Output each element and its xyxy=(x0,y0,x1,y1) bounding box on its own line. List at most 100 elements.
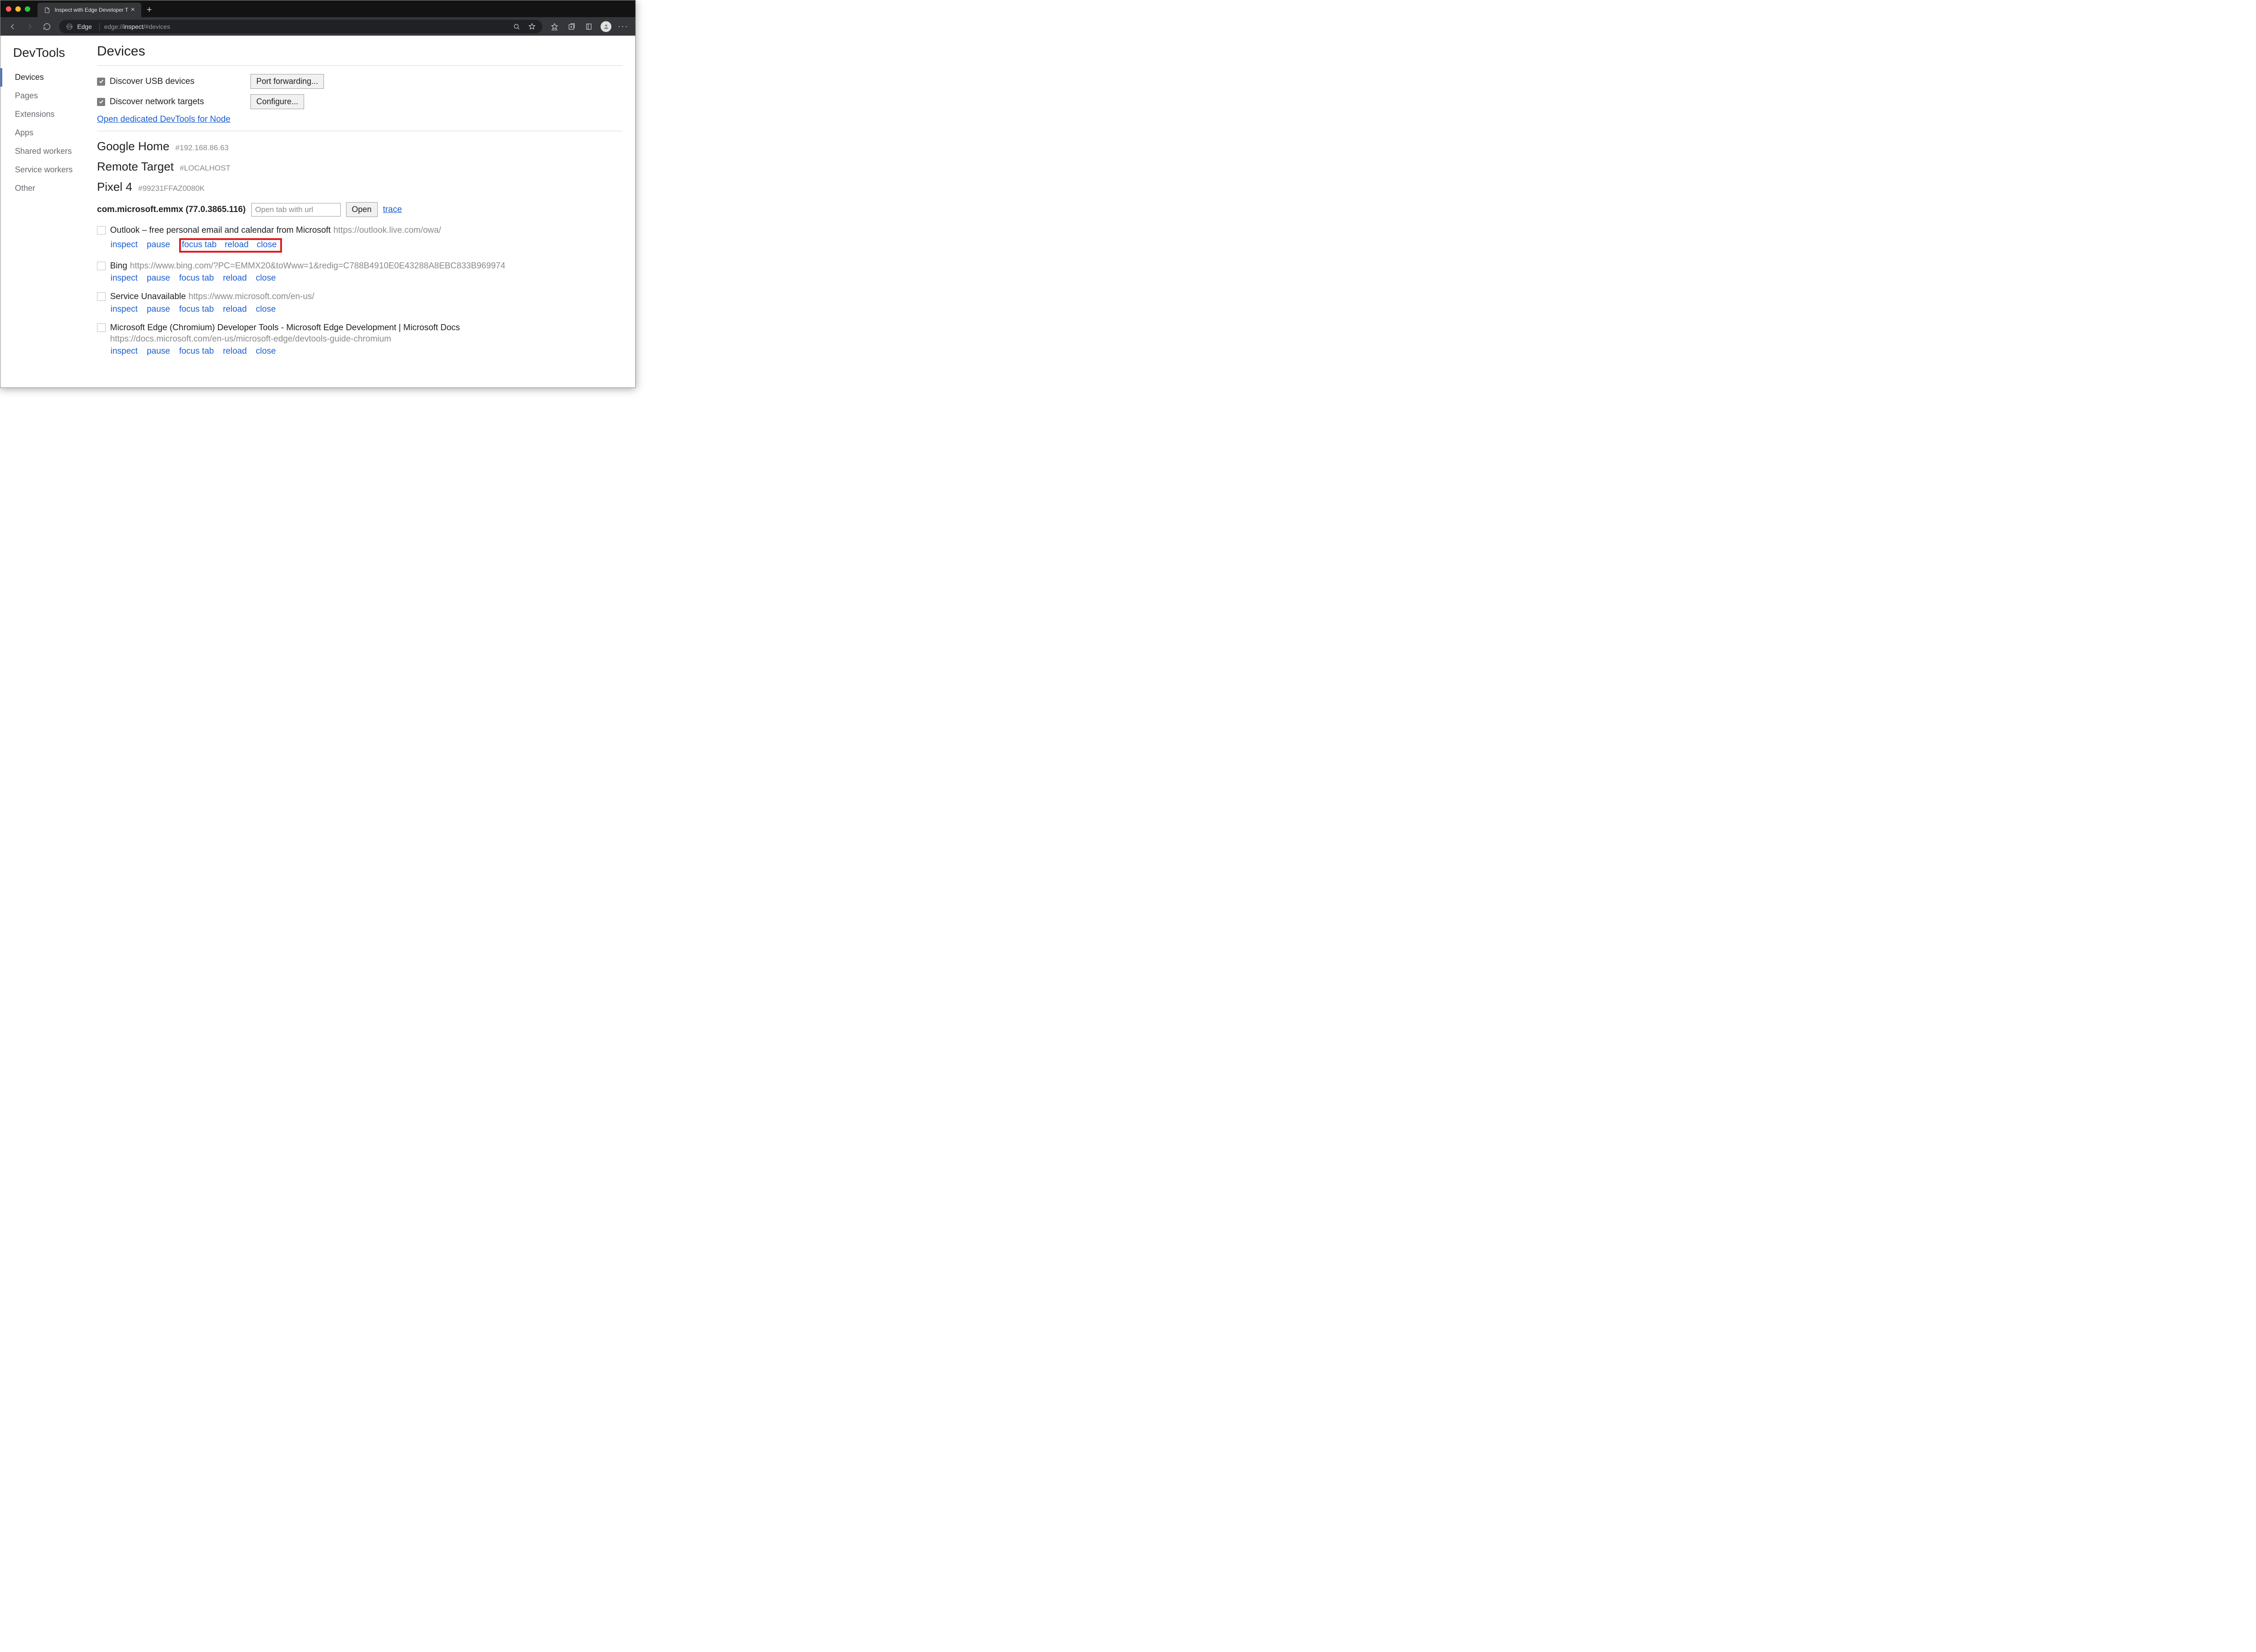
close-window-button[interactable] xyxy=(6,6,11,12)
device-id: #LOCALHOST xyxy=(180,164,230,172)
more-menu-button[interactable]: ··· xyxy=(615,19,631,34)
target-checkbox[interactable] xyxy=(97,323,106,332)
device-id: #192.168.86.63 xyxy=(176,143,229,152)
inspect-link[interactable]: inspect xyxy=(111,346,138,356)
browser-tab[interactable]: Inspect with Edge Developer T × xyxy=(37,3,141,17)
device-id: #99231FFAZ0080K xyxy=(138,184,204,193)
maximize-window-button[interactable] xyxy=(25,6,30,12)
configure-button[interactable]: Configure... xyxy=(250,94,304,109)
discover-label: Discover network targets xyxy=(110,97,204,107)
focus-tab-link[interactable]: focus tab xyxy=(179,273,214,283)
sidebar-item-shared-workers[interactable]: Shared workers xyxy=(2,142,84,161)
device-name: Pixel 4 xyxy=(97,180,132,194)
open-node-devtools-link[interactable]: Open dedicated DevTools for Node xyxy=(97,115,231,124)
close-tab-icon[interactable]: × xyxy=(129,6,137,14)
inspect-target: Outlook – free personal email and calend… xyxy=(97,225,623,253)
forward-button[interactable] xyxy=(22,19,37,34)
checkbox[interactable] xyxy=(97,78,105,86)
inspect-link[interactable]: inspect xyxy=(111,273,138,283)
avatar-icon xyxy=(601,21,611,32)
favorites-bar-icon[interactable] xyxy=(547,19,562,34)
sidebar-item-service-workers[interactable]: Service workers xyxy=(2,161,84,179)
inspect-link[interactable]: inspect xyxy=(111,240,138,249)
target-actions: inspect pause focus tab reload close xyxy=(111,346,623,356)
highlight-box: focus tab reload close xyxy=(179,238,282,253)
sidebar-item-extensions[interactable]: Extensions xyxy=(2,105,84,124)
close-link[interactable]: close xyxy=(256,346,276,356)
trace-link[interactable]: trace xyxy=(383,205,402,215)
close-link[interactable]: close xyxy=(257,240,277,249)
sidebar-item-pages[interactable]: Pages xyxy=(2,87,84,105)
page-content: DevTools DevicesPagesExtensionsAppsShare… xyxy=(0,36,635,388)
minimize-window-button[interactable] xyxy=(15,6,21,12)
target-url: https://docs.microsoft.com/en-us/microso… xyxy=(110,334,391,344)
browser-toolbar: Edge edge://inspect/#devices ··· xyxy=(0,17,635,36)
search-icon[interactable] xyxy=(509,19,524,34)
refresh-button[interactable] xyxy=(39,19,55,34)
target-url: https://outlook.live.com/owa/ xyxy=(333,226,441,235)
reload-link[interactable]: reload xyxy=(223,273,247,283)
device-name: Remote Target xyxy=(97,160,174,173)
profile-button[interactable] xyxy=(598,19,614,34)
window-controls xyxy=(0,0,37,17)
target-url: https://www.microsoft.com/en-us/ xyxy=(189,292,314,301)
open-tab-url-input[interactable] xyxy=(251,203,341,217)
sidebar: DevTools DevicesPagesExtensionsAppsShare… xyxy=(0,36,84,388)
sidebar-title: DevTools xyxy=(2,46,84,68)
address-app-label: Edge xyxy=(77,23,92,30)
target-actions: inspect pause focus tab reload close xyxy=(111,273,623,283)
port-forwarding-button[interactable]: Port forwarding... xyxy=(250,74,324,89)
pause-link[interactable]: pause xyxy=(147,240,170,249)
focus-tab-link[interactable]: focus tab xyxy=(182,240,217,249)
target-checkbox[interactable] xyxy=(97,226,106,235)
pause-link[interactable]: pause xyxy=(147,305,170,314)
address-url: edge://inspect/#devices xyxy=(104,23,170,30)
divider xyxy=(97,65,623,66)
browser-name: com.microsoft.emmx (77.0.3865.116) xyxy=(97,205,246,215)
reload-link[interactable]: reload xyxy=(223,305,247,314)
new-tab-button[interactable]: + xyxy=(141,3,157,17)
target-url: https://www.bing.com/?PC=EMMX20&toWww=1&… xyxy=(130,261,505,271)
inspect-target: Service Unavailablehttps://www.microsoft… xyxy=(97,291,623,314)
main-panel: Devices Discover USB devices Port forward… xyxy=(84,36,635,388)
discover-row: Discover network targets Configure... xyxy=(97,94,623,109)
page-icon xyxy=(43,6,51,14)
address-bar[interactable]: Edge edge://inspect/#devices xyxy=(59,20,542,33)
target-checkbox[interactable] xyxy=(97,292,106,301)
discover-label: Discover USB devices xyxy=(110,77,194,87)
sidebar-item-devices[interactable]: Devices xyxy=(0,68,84,87)
target-title: Microsoft Edge (Chromium) Developer Tool… xyxy=(110,323,460,332)
collections-icon[interactable] xyxy=(564,19,579,34)
page-title: Devices xyxy=(97,44,623,59)
target-actions: inspect pause focus tab reload close xyxy=(111,305,623,314)
open-tab-button[interactable]: Open xyxy=(346,202,378,217)
target-title: Service Unavailable xyxy=(110,292,186,301)
titlebar: Inspect with Edge Developer T × + xyxy=(0,0,635,17)
focus-tab-link[interactable]: focus tab xyxy=(179,346,214,356)
back-button[interactable] xyxy=(5,19,20,34)
sidebar-item-other[interactable]: Other xyxy=(2,179,84,198)
close-link[interactable]: close xyxy=(256,305,276,314)
focus-tab-link[interactable]: focus tab xyxy=(179,305,214,314)
target-title: Outlook – free personal email and calend… xyxy=(110,226,331,235)
checkbox[interactable] xyxy=(97,98,105,106)
reload-link[interactable]: reload xyxy=(223,346,247,356)
target-title: Bing xyxy=(110,261,127,271)
pause-link[interactable]: pause xyxy=(147,346,170,356)
device-name: Google Home xyxy=(97,139,169,153)
device-heading: Pixel 4 #99231FFAZ0080K xyxy=(97,180,623,194)
close-link[interactable]: close xyxy=(256,273,276,283)
favorite-icon[interactable] xyxy=(524,19,540,34)
inspect-target: Binghttps://www.bing.com/?PC=EMMX20&toWw… xyxy=(97,261,623,284)
device-heading: Google Home #192.168.86.63 xyxy=(97,139,623,153)
edge-icon xyxy=(65,23,74,31)
reload-link[interactable]: reload xyxy=(225,240,249,249)
device-heading: Remote Target #LOCALHOST xyxy=(97,160,623,174)
share-icon[interactable] xyxy=(581,19,596,34)
inspect-link[interactable]: inspect xyxy=(111,305,138,314)
browser-row: com.microsoft.emmx (77.0.3865.116) Open … xyxy=(97,202,623,217)
target-checkbox[interactable] xyxy=(97,262,106,270)
sidebar-item-apps[interactable]: Apps xyxy=(2,124,84,142)
inspect-target: Microsoft Edge (Chromium) Developer Tool… xyxy=(97,323,623,356)
pause-link[interactable]: pause xyxy=(147,273,170,283)
